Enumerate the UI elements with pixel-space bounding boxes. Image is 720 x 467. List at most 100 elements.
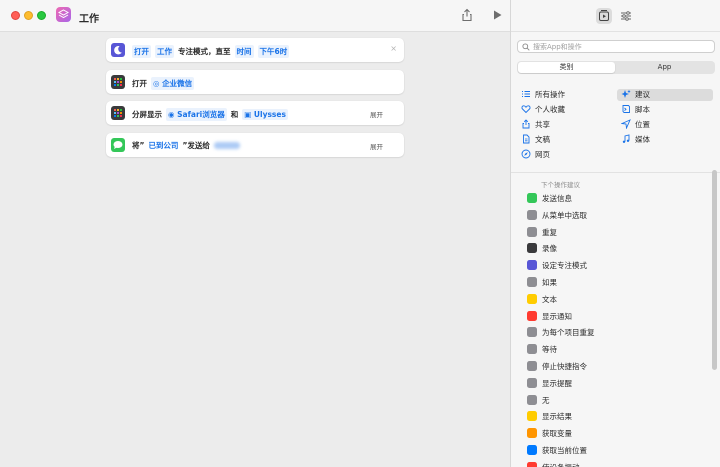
minimize-window-button[interactable] [24, 11, 33, 20]
suggestion-item[interactable]: 使设备振动 [511, 459, 715, 467]
remove-action-icon[interactable]: × [390, 44, 397, 53]
window-title: 工作 [79, 14, 99, 25]
zoom-window-button[interactable] [37, 11, 46, 20]
parameter-token[interactable]: 下午6时 [257, 45, 290, 58]
divider [511, 172, 720, 173]
action-focus[interactable]: 打开 工作 专注模式，直至 时间 下午6时 × [106, 38, 404, 62]
parameter-token[interactable]: 工作 [155, 45, 174, 58]
suggestion-label: 重复 [542, 227, 557, 237]
action-label: 将” [132, 141, 145, 150]
action-text: 打开 ◎ 企业微信 [132, 77, 195, 90]
focus-icon [111, 43, 125, 57]
open-app-icon [111, 75, 125, 89]
category-documents[interactable]: 文稿 [521, 134, 550, 146]
suggestion-item[interactable]: 获取变量 [511, 425, 715, 442]
category-favorites[interactable]: 个人收藏 [521, 104, 565, 116]
action-icon [527, 277, 537, 287]
suggestion-item[interactable]: 重复 [511, 224, 715, 241]
action-open-app[interactable]: 打开 ◎ 企业微信 [106, 70, 404, 94]
action-icon [527, 310, 537, 321]
scrollbar[interactable] [712, 170, 717, 370]
sparkle-icon [621, 89, 631, 99]
suggestion-label: 从菜单中选取 [542, 210, 587, 220]
action-message[interactable]: 将” 已到公司 ”发送给 展开 [106, 133, 404, 157]
category-web[interactable]: 网页 [521, 149, 550, 161]
parameter-token[interactable]: ◎ 企业微信 [151, 77, 195, 90]
action-label: 打开 [132, 79, 147, 88]
heart-icon [521, 104, 531, 114]
suggestion-label: 使设备振动 [542, 462, 580, 467]
search-input[interactable] [533, 42, 711, 52]
action-icon [527, 461, 537, 467]
suggestion-label: 录像 [542, 244, 557, 254]
action-text: 将” 已到公司 ”发送给 [132, 140, 240, 151]
suggestion-label: 等待 [542, 345, 557, 355]
suggestions-header: 下个操作建议 [541, 181, 580, 189]
suggestion-item[interactable]: 如果 [511, 274, 715, 291]
suggestion-item[interactable]: 无 [511, 392, 715, 409]
suggestion-item[interactable]: 等待 [511, 341, 715, 358]
suggestion-item[interactable]: 显示通知 [511, 308, 715, 325]
suggestion-item[interactable]: 为每个项目重复 [511, 324, 715, 341]
suggestion-item[interactable]: 录像 [511, 240, 715, 257]
suggestion-label: 如果 [542, 278, 557, 287]
settings-sliders-icon[interactable] [618, 8, 634, 24]
action-icon [527, 226, 537, 237]
segment-categories[interactable]: 类别 [518, 62, 615, 73]
suggestion-item[interactable]: 停止快捷指令 [511, 358, 715, 375]
category-sharing[interactable]: 共享 [521, 119, 550, 131]
action-icon [527, 243, 537, 254]
category-location[interactable]: 位置 [620, 119, 650, 131]
category-scripting[interactable]: 脚本 [621, 104, 650, 116]
search-field[interactable] [517, 40, 715, 53]
parameter-token[interactable]: ◉ Safari浏览器 [166, 108, 227, 121]
category-all-actions[interactable]: 所有操作 [521, 89, 565, 101]
split-icon [111, 106, 125, 120]
action-library-icon[interactable] [596, 8, 612, 24]
parameter-token[interactable]: 打开 [132, 45, 151, 58]
redacted-recipient[interactable] [213, 142, 240, 149]
action-icon [527, 344, 537, 355]
action-icon [527, 260, 537, 271]
action-split[interactable]: 分屏显示 ◉ Safari浏览器和 ▣ Ulysses 展开 [106, 101, 404, 125]
suggestion-item[interactable]: 获取当前位置 [511, 442, 715, 459]
shortcut-icon[interactable] [56, 7, 71, 22]
action-icon [527, 327, 537, 338]
action-icon [527, 293, 537, 304]
parameter-token[interactable]: 时间 [234, 45, 254, 58]
category-label: 所有操作 [535, 90, 565, 99]
action-icon [527, 428, 537, 439]
location-arrow-icon [620, 119, 631, 130]
suggestion-item[interactable]: 文本 [511, 291, 715, 308]
category-label: 媒体 [635, 135, 650, 144]
expand-button[interactable]: 展开 [370, 109, 383, 119]
suggestion-item[interactable]: 显示提醒 [511, 375, 715, 392]
segment-app[interactable]: App [616, 62, 713, 73]
action-text: 分屏显示 ◉ Safari浏览器和 ▣ Ulysses [132, 108, 288, 121]
suggestion-list: 发送信息从菜单中选取 重复录像设定专注模式如果文本 显示通知为每个项目重复 等待停止快… [511, 190, 720, 467]
message-icon [111, 138, 125, 152]
action-label[interactable]: 已到公司 [148, 140, 178, 151]
category-label: 网页 [535, 150, 550, 159]
category-suggestions[interactable]: 建议 [617, 89, 713, 101]
share-icon[interactable] [460, 8, 474, 22]
suggestion-item[interactable]: 显示结果 [511, 408, 715, 425]
category-label: 位置 [635, 120, 650, 129]
suggestion-item[interactable]: 从菜单中选取 [511, 207, 715, 224]
action-icon [527, 394, 537, 405]
category-label: 建议 [635, 90, 650, 99]
suggestion-item[interactable]: 发送信息 [511, 190, 715, 207]
shortcuts-window: 工作 打开 工作 专注模式，直至 时间 下午6时 × 打开 ◎ 企业微信 分屏显示 ◉ Safar… [0, 0, 720, 467]
category-media[interactable]: 媒体 [621, 134, 650, 146]
parameter-token[interactable]: ▣ Ulysses [242, 109, 288, 120]
close-window-button[interactable] [11, 11, 20, 20]
expand-button[interactable]: 展开 [370, 141, 383, 151]
run-icon[interactable] [490, 8, 504, 22]
category-label: 文稿 [535, 135, 550, 144]
list-icon [521, 89, 531, 99]
action-icon [527, 377, 537, 388]
suggestion-item[interactable]: 设定专注模式 [511, 257, 715, 274]
suggestion-label: 发送信息 [542, 194, 572, 203]
sidebar-tabs [511, 0, 720, 32]
suggestion-label: 为每个项目重复 [542, 328, 595, 338]
